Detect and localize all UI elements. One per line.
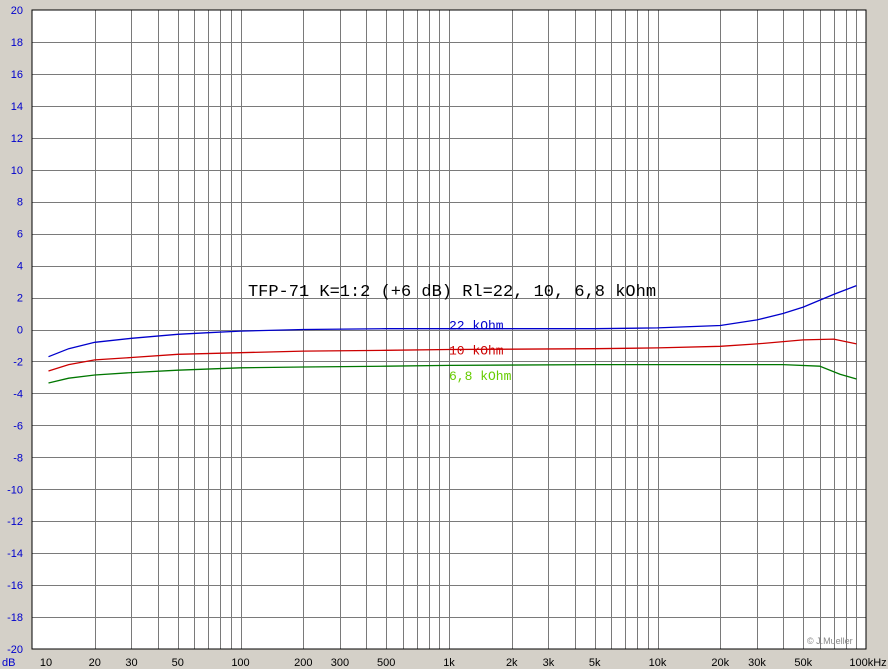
y-tick-label: -16: [7, 580, 23, 592]
y-axis-unit-label: dB: [2, 657, 15, 669]
x-tick-label: 5k: [589, 657, 601, 669]
chart-title: TFP-71 K=1:2 (+6 dB) Rl=22, 10, 6,8 kOhm: [248, 283, 656, 302]
y-tick-label: 6: [17, 229, 23, 241]
y-tick-label: 12: [11, 133, 23, 145]
x-tick-label: 100: [231, 657, 249, 669]
x-tick-label: 30: [125, 657, 137, 669]
y-tick-label: -14: [7, 548, 23, 560]
x-axis-unit-label: 100kHz: [849, 657, 886, 669]
x-axis-tick-labels: 10 20 30 50 100 200 300 500 1k 2k 3k 5k 10k 20k 30k 50k: [40, 657, 813, 669]
y-tick-label: 4: [17, 261, 23, 273]
y-tick-label: -4: [13, 388, 23, 400]
y-tick-label: 16: [11, 69, 23, 81]
x-tick-label: 10k: [649, 657, 667, 669]
x-tick-label: 30k: [748, 657, 766, 669]
y-tick-label: 14: [11, 101, 23, 113]
y-tick-label: -8: [13, 452, 23, 464]
y-tick-label: -18: [7, 612, 23, 624]
y-tick-label: -12: [7, 516, 23, 528]
x-tick-label: 300: [331, 657, 349, 669]
y-axis-tick-labels: 20181614121086420-2-4-6-8-10-12-14-16-18…: [7, 5, 23, 656]
author-credit: © J.Mueller: [807, 636, 853, 646]
y-tick-label: -20: [7, 644, 23, 656]
y-tick-label: -6: [13, 420, 23, 432]
y-tick-label: -2: [13, 356, 23, 368]
series-label-2: 6,8 kOhm: [449, 369, 512, 384]
x-tick-label: 500: [377, 657, 395, 669]
y-tick-label: 0: [17, 325, 23, 337]
x-tick-label: 1k: [443, 657, 455, 669]
x-tick-label: 50k: [794, 657, 812, 669]
y-tick-label: 2: [17, 293, 23, 305]
series-label-1: 10 kOhm: [449, 343, 504, 358]
chart-window: 20 18 16 14 12 10 8 6 4 2 0 -2 -4 -6 -8 -10 -12 -14 -16 -18…: [0, 0, 888, 669]
y-tick-label: -10: [7, 484, 23, 496]
y-tick-label: 18: [11, 37, 23, 49]
y-tick-label: 8: [17, 197, 23, 209]
x-tick-label: 20: [89, 657, 101, 669]
y-tick-label: 10: [11, 165, 23, 177]
x-tick-label: 3k: [543, 657, 555, 669]
x-tick-label: 10: [40, 657, 52, 669]
frequency-response-chart: 20181614121086420-2-4-6-8-10-12-14-16-18…: [2, 5, 887, 669]
series-label-0: 22 kOhm: [449, 319, 504, 334]
x-tick-label: 50: [172, 657, 184, 669]
series-labels: 22 kOhm 10 kOhm 6,8 kOhm: [449, 319, 512, 384]
x-tick-label: 2k: [506, 657, 518, 669]
x-tick-label: 200: [294, 657, 312, 669]
y-tick-label: 20: [11, 5, 23, 17]
x-tick-label: 20k: [711, 657, 729, 669]
